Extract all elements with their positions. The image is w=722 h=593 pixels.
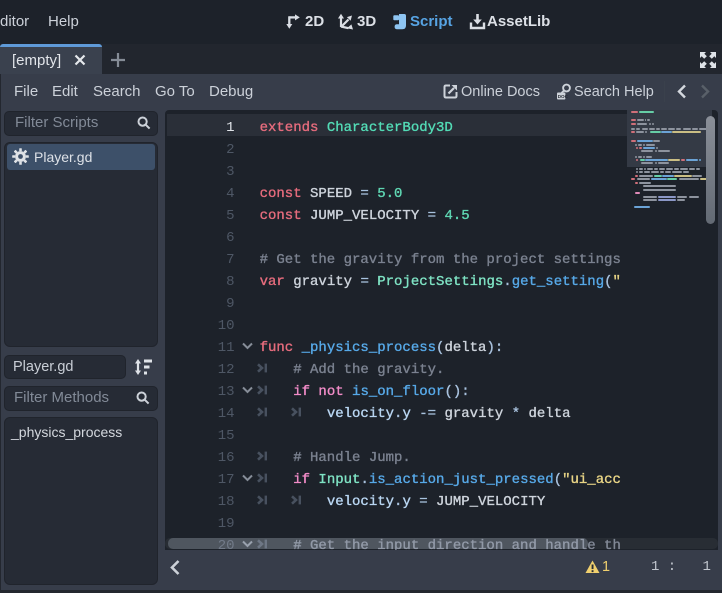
svg-text:DOC: DOC <box>558 94 569 99</box>
